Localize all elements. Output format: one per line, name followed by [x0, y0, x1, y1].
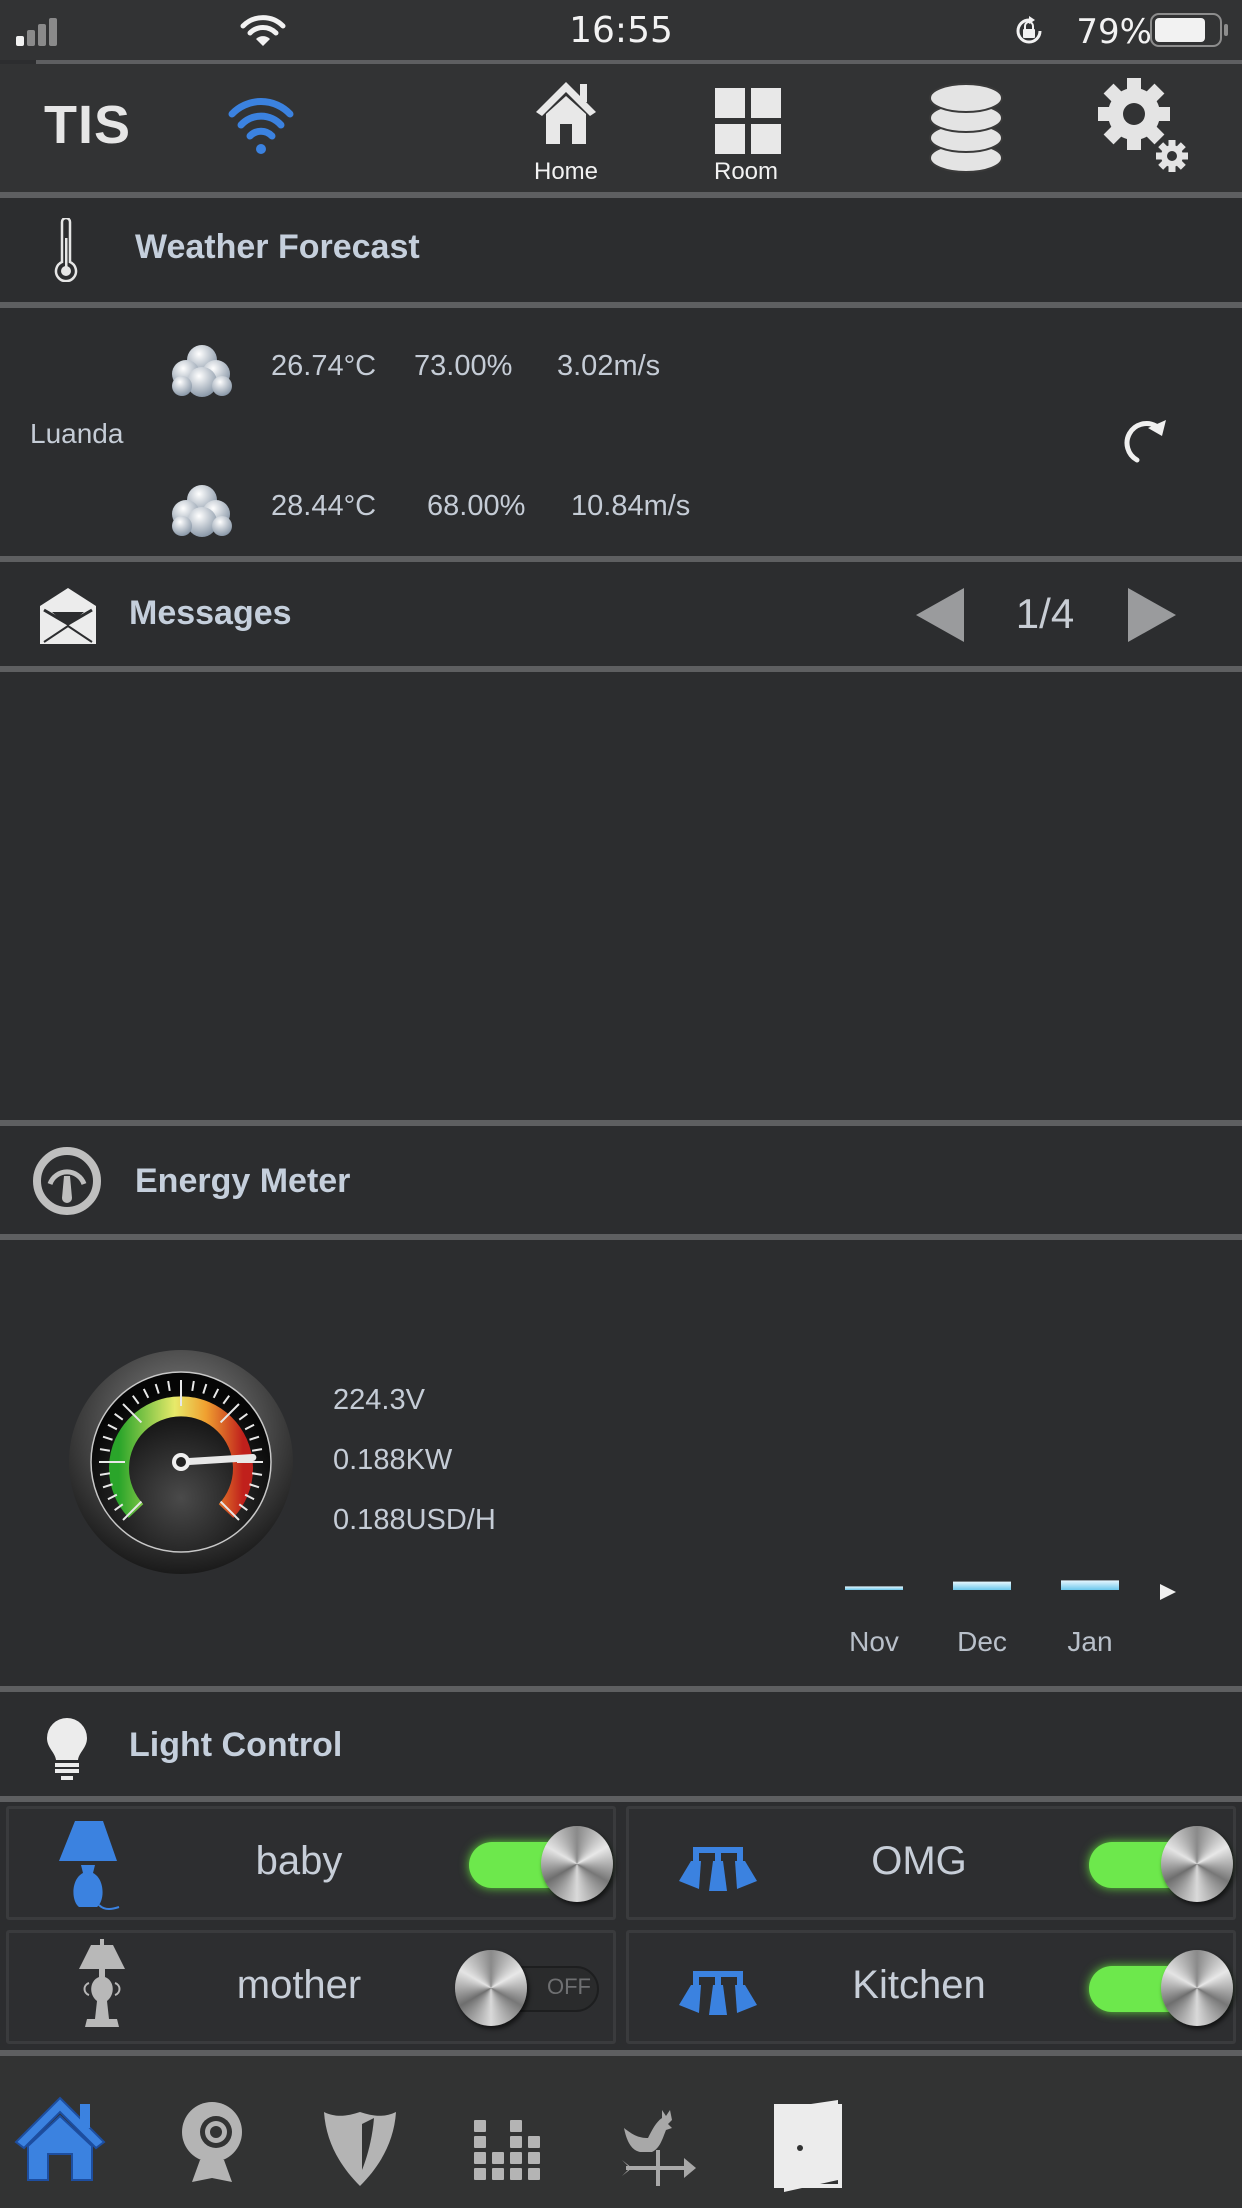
power-gauge: [69, 1350, 293, 1574]
lights-header: Light Control: [0, 1692, 1242, 1798]
light-toggle-kitchen[interactable]: [1083, 1950, 1233, 2026]
toggle-knob[interactable]: [1161, 1950, 1233, 2026]
status-time: 16:55: [569, 10, 673, 51]
chart-label-jan: Jan: [1067, 1626, 1113, 1657]
messages-content: [0, 672, 1242, 1122]
previous-page-button[interactable]: [916, 588, 966, 642]
lights-title: Light Control: [129, 1726, 343, 1764]
settings-icon[interactable]: [1098, 78, 1194, 178]
table-lamp-icon: [59, 1821, 120, 1910]
weather-temp-1: 26.74°C: [271, 350, 377, 382]
cloud-icon: [172, 485, 232, 537]
toggle-knob[interactable]: [455, 1950, 527, 2026]
chart-label-dec: Dec: [957, 1626, 1007, 1657]
chart-bar-nov: [845, 1586, 903, 1590]
light-item-omg: OMG: [626, 1806, 1236, 1920]
status-bar: 16:55 79%: [0, 0, 1242, 60]
toggle-knob[interactable]: [541, 1826, 613, 1902]
weather-title: Weather Forecast: [135, 228, 420, 266]
energy-panel: 224.3V 0.188KW 0.188USD/H Nov Dec Jan: [0, 1240, 1242, 1686]
track-spotlight-icon: [679, 1971, 757, 2015]
toggle-knob[interactable]: [1161, 1826, 1233, 1902]
track-spotlight-icon: [679, 1847, 757, 1891]
light-name: Kitchen: [852, 1963, 986, 2007]
database-icon[interactable]: [928, 82, 1004, 174]
nav-room-label: Room: [713, 158, 779, 185]
chart-axis-arrow: [1160, 1584, 1176, 1600]
page-indicator: 1/4: [1015, 590, 1075, 637]
lightbulb-icon: [47, 1718, 87, 1780]
weather-humidity-2: 68.00%: [427, 490, 526, 522]
energy-title: Energy Meter: [135, 1162, 351, 1200]
chart-bar-dec: [953, 1581, 1011, 1590]
light-toggle-mother[interactable]: OFF: [455, 1950, 605, 2026]
nav-home-label: Home: [533, 158, 599, 185]
divider: [0, 1796, 1242, 1802]
tab-home[interactable]: [14, 2096, 106, 2182]
nav-home-button[interactable]: Home: [506, 74, 626, 189]
battery-percent: 79%: [1076, 12, 1152, 52]
chart-label-nov: Nov: [849, 1626, 899, 1657]
weather-panel: 26.74°C 73.00% 3.02m/s Luanda 28.44°C 68…: [0, 308, 1242, 558]
messages-title: Messages: [129, 594, 292, 632]
weather-humidity-1: 73.00%: [414, 350, 513, 382]
chart-bar-jan: [1061, 1580, 1119, 1590]
toggle-off-label: OFF: [547, 1974, 591, 1999]
weather-header: Weather Forecast: [0, 198, 1242, 302]
next-page-button[interactable]: [1128, 588, 1178, 642]
light-toggle-baby[interactable]: [463, 1826, 613, 1902]
tab-weathervane[interactable]: [622, 2108, 698, 2188]
thermometer-icon: [54, 218, 78, 282]
messages-header: Messages 1/4: [0, 562, 1242, 666]
wifi-connection-icon[interactable]: [226, 94, 296, 158]
light-name: OMG: [871, 1839, 967, 1883]
energy-voltage: 224.3V: [333, 1384, 425, 1416]
tab-equalizer[interactable]: [472, 2118, 544, 2182]
tab-camera[interactable]: [180, 2102, 244, 2184]
rotation-lock-icon: [1016, 16, 1042, 44]
light-item-kitchen: Kitchen: [626, 1930, 1236, 2044]
refresh-icon[interactable]: [1112, 408, 1176, 468]
home-icon: [536, 82, 596, 144]
battery-icon: [1150, 13, 1228, 47]
tab-security[interactable]: [322, 2112, 398, 2186]
weather-wind-1: 3.02m/s: [557, 350, 661, 382]
light-item-baby: baby: [6, 1806, 616, 1920]
light-item-mother: mother OFF: [6, 1930, 616, 2044]
top-nav: TIS Home Room: [0, 64, 1242, 192]
energy-power: 0.188KW: [333, 1444, 453, 1476]
envelope-icon: [40, 588, 96, 644]
weather-temp-2: 28.44°C: [271, 490, 377, 522]
tis-logo: TIS: [44, 95, 132, 155]
grid-icon: [715, 88, 781, 154]
ornate-lamp-icon: [79, 1939, 125, 2027]
energy-header: Energy Meter: [0, 1126, 1242, 1234]
light-name: baby: [255, 1839, 343, 1883]
light-name: mother: [236, 1963, 362, 2007]
light-toggle-omg[interactable]: [1083, 1826, 1233, 1902]
energy-cost: 0.188USD/H: [333, 1504, 496, 1536]
tab-exit-door[interactable]: [774, 2100, 844, 2194]
gauge-needle: [177, 1453, 257, 1466]
cloud-icon: [172, 345, 232, 397]
bottom-tab-bar: [0, 2056, 1242, 2208]
weather-wind-2: 10.84m/s: [571, 490, 691, 522]
nav-room-button[interactable]: Room: [686, 74, 806, 189]
gauge-icon: [33, 1147, 101, 1215]
weather-city: Luanda: [30, 418, 124, 449]
